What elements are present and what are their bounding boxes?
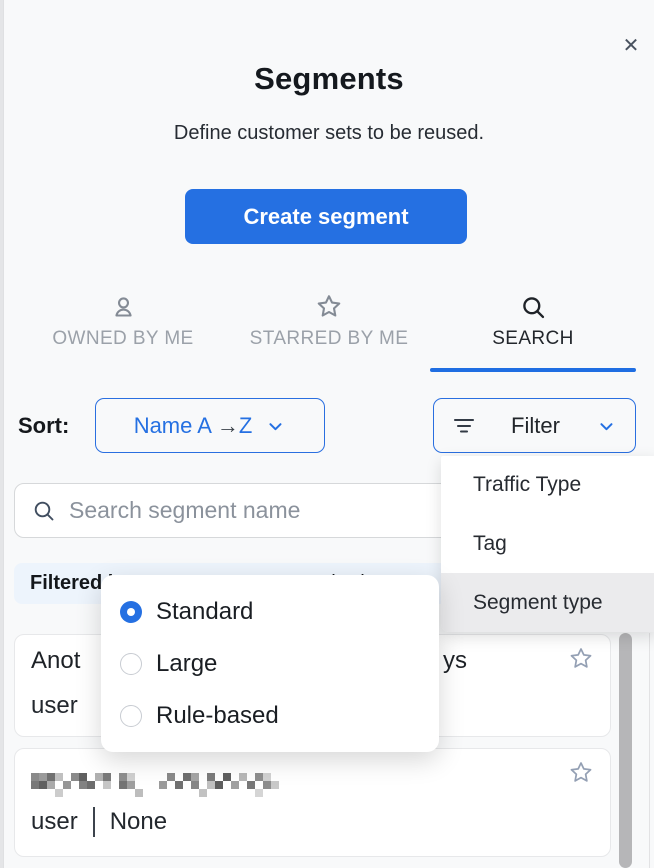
chevron-down-icon [264,415,286,437]
search-icon [32,499,56,523]
radio-label: Rule-based [156,702,279,730]
close-icon: ✕ [623,33,640,58]
sort-label: Sort: [18,413,69,439]
star-icon [315,292,343,322]
tab-owned-label: OWNED BY ME [52,328,193,350]
page-title: Segments [4,61,654,97]
segment-list-item[interactable]: user None [14,748,611,857]
radio-option-large[interactable]: Large [101,638,439,690]
star-icon[interactable] [568,646,594,672]
scrollbar-thumb[interactable] [619,633,632,868]
segments-modal-screen: ✕ Segments Define customer sets to be re… [0,0,654,868]
tab-starred-by-me[interactable]: STARRED BY ME [226,292,432,350]
star-icon[interactable] [568,760,594,786]
menu-item-tag[interactable]: Tag [441,515,654,574]
tab-owned-by-me[interactable]: OWNED BY ME [20,292,226,350]
close-button[interactable]: ✕ [616,30,646,60]
meta-divider [93,807,95,837]
page-subtitle: Define customer sets to be reused. [4,122,654,145]
segment-type-popup: Standard Large Rule-based [101,575,439,752]
filter-lines-icon [452,414,476,438]
filter-dropdown-menu: Traffic Type Tag Segment type [441,456,654,632]
redacted-segment-title [31,771,291,799]
radio-option-rule-based[interactable]: Rule-based [101,690,439,742]
scrollbar-track-line [649,633,650,868]
create-segment-button[interactable]: Create segment [185,189,467,244]
segment-title-fragment-start: Anot [31,647,80,675]
radio-label: Standard [156,598,253,626]
person-icon [110,292,137,322]
segment-meta-owner: user [31,808,78,836]
menu-item-traffic-type[interactable]: Traffic Type [441,456,654,515]
segment-meta: user None [31,807,167,837]
segments-modal: ✕ Segments Define customer sets to be re… [4,0,654,868]
tab-search[interactable]: SEARCH [430,292,636,350]
filter-button[interactable]: Filter [433,398,636,453]
tab-search-label: SEARCH [492,328,574,350]
search-icon [520,292,547,322]
segment-meta: user [31,692,78,720]
radio-option-standard[interactable]: Standard [101,586,439,638]
radio-unselected-icon [120,653,142,675]
active-tab-underline [430,368,636,372]
segment-search-input[interactable] [69,497,469,524]
segment-meta-tag: None [110,808,167,836]
sort-arrow: → [217,413,239,438]
filter-label: Filter [511,413,560,439]
tab-starred-label: STARRED BY ME [250,328,409,350]
radio-selected-icon [120,601,142,623]
radio-unselected-icon [120,705,142,727]
radio-label: Large [156,650,217,678]
segment-title-fragment-end: ys [443,647,467,675]
menu-item-segment-type[interactable]: Segment type [441,573,654,632]
sort-value: Name A →Z [134,413,253,439]
sort-dropdown[interactable]: Name A →Z [95,398,325,453]
chevron-down-icon [595,415,617,437]
